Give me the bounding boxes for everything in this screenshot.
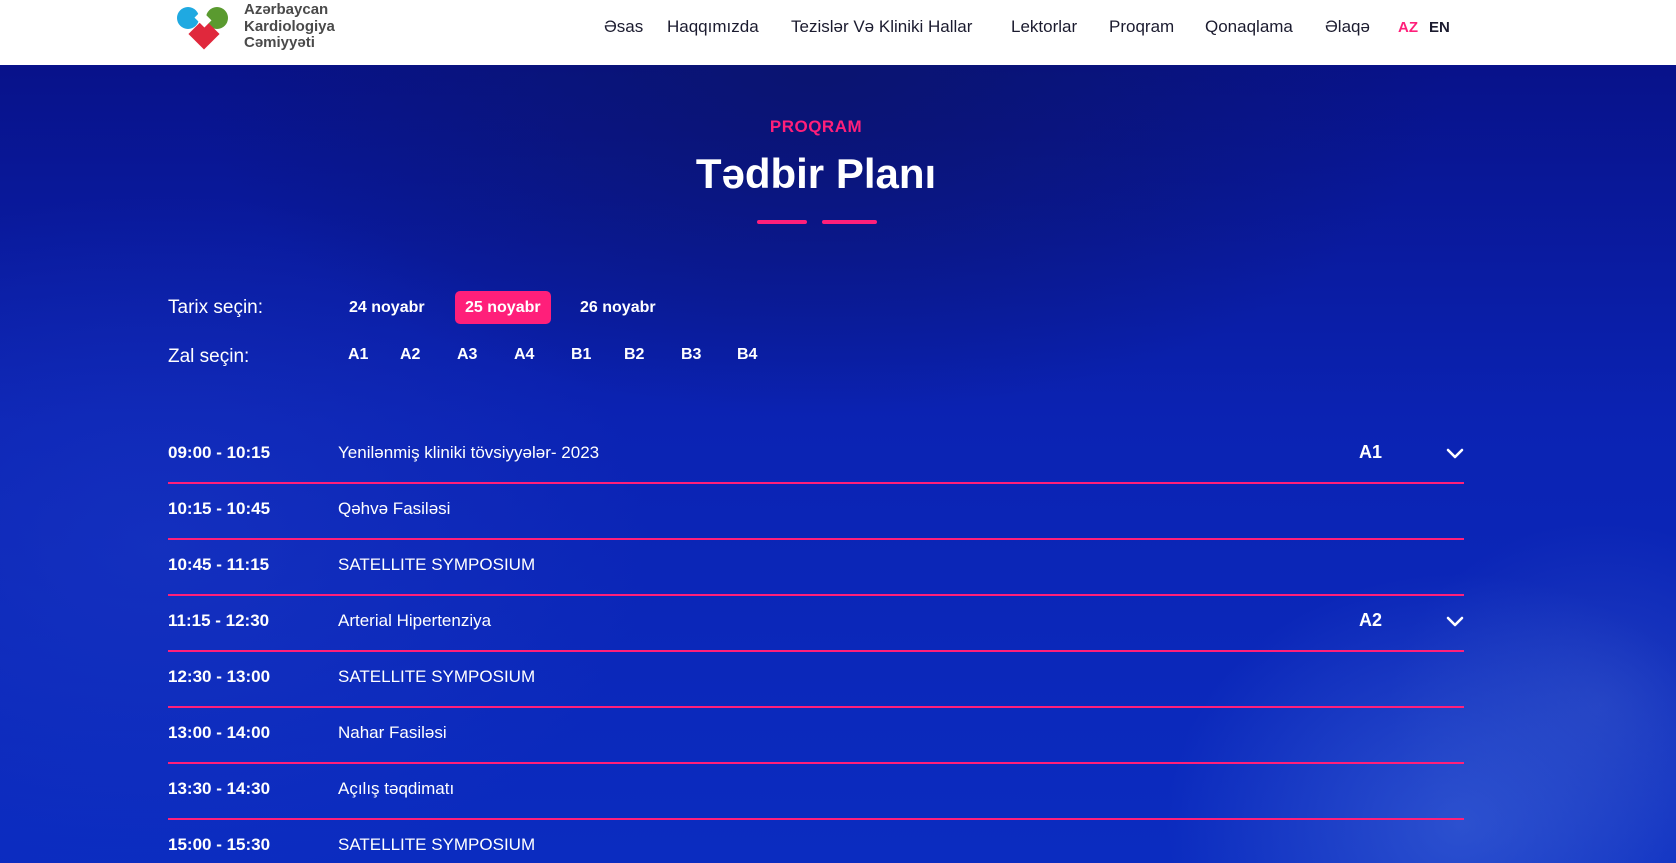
hall-option-a4[interactable]: A4 xyxy=(514,346,534,364)
session-time: 11:15 - 12:30 xyxy=(168,611,270,630)
title-underline-right xyxy=(822,220,877,224)
session-time: 13:00 - 14:00 xyxy=(168,723,271,742)
session-title: Nahar Fasiləsi xyxy=(338,723,447,742)
main-nav: Əsas Haqqımızda Tezislər Və Kliniki Hall… xyxy=(0,0,1676,55)
nav-item-lecturers[interactable]: Lektorlar xyxy=(1011,17,1077,37)
title-underline-left xyxy=(757,220,807,224)
date-option-26[interactable]: 26 noyabr xyxy=(570,291,666,324)
session-time: 10:45 - 11:15 xyxy=(168,555,270,574)
session-title: Arterial Hipertenziya xyxy=(338,611,492,630)
language-az[interactable]: AZ xyxy=(1398,19,1418,36)
date-filter-label: Tarix seçin: xyxy=(168,297,264,318)
date-option-24[interactable]: 24 noyabr xyxy=(339,291,435,324)
schedule-row: 13:30 - 14:30 Açılış təqdimatı xyxy=(168,764,1464,820)
nav-item-program[interactable]: Proqram xyxy=(1109,17,1174,37)
date-option-25-selected[interactable]: 25 noyabr xyxy=(455,291,551,324)
hall-option-b2[interactable]: B2 xyxy=(624,346,644,364)
schedule-row[interactable]: 11:15 - 12:30 Arterial Hipertenziya A2 xyxy=(168,596,1464,652)
hall-option-a2[interactable]: A2 xyxy=(400,346,420,364)
nav-item-about[interactable]: Haqqımızda xyxy=(667,17,759,37)
schedule-row: 10:15 - 10:45 Qəhvə Fasiləsi xyxy=(168,484,1464,540)
session-title: SATELLITE SYMPOSIUM xyxy=(338,835,536,854)
page-title: Tədbir Planı xyxy=(695,150,937,197)
session-hall: A1 xyxy=(1359,442,1383,462)
session-title: Açılış təqdimatı xyxy=(338,779,455,798)
schedule-row: 12:30 - 13:00 SATELLITE SYMPOSIUM xyxy=(168,652,1464,708)
nav-item-home[interactable]: Əsas xyxy=(604,17,643,37)
section-eyebrow: PROQRAM xyxy=(769,117,863,136)
nav-item-accommodation[interactable]: Qonaqlama xyxy=(1205,17,1293,37)
nav-item-contact[interactable]: Əlaqə xyxy=(1325,17,1370,37)
schedule-row[interactable]: 09:00 - 10:15 Yenilənmiş kliniki tövsiyy… xyxy=(168,428,1464,484)
schedule-row: 15:00 - 15:30 SATELLITE SYMPOSIUM xyxy=(168,820,1464,863)
session-hall: A2 xyxy=(1359,610,1383,630)
chevron-down-icon[interactable] xyxy=(1446,615,1464,629)
session-time: 12:30 - 13:00 xyxy=(168,667,271,686)
language-en[interactable]: EN xyxy=(1429,19,1450,36)
session-title: Qəhvə Fasiləsi xyxy=(338,499,451,518)
session-title: SATELLITE SYMPOSIUM xyxy=(338,555,536,574)
hall-option-a3[interactable]: A3 xyxy=(457,346,477,364)
schedule-row: 13:00 - 14:00 Nahar Fasiləsi xyxy=(168,708,1464,764)
session-time: 15:00 - 15:30 xyxy=(168,835,271,854)
hall-filter-label: Zal seçin: xyxy=(168,346,250,367)
session-title: Yenilənmiş kliniki tövsiyyələr- 2023 xyxy=(338,443,600,462)
nav-item-theses[interactable]: Tezislər Və Kliniki Hallar xyxy=(791,17,972,37)
hall-option-b1[interactable]: B1 xyxy=(571,346,591,364)
session-title: SATELLITE SYMPOSIUM xyxy=(338,667,536,686)
session-time: 13:30 - 14:30 xyxy=(168,779,271,798)
hall-option-a1[interactable]: A1 xyxy=(348,346,368,364)
hall-option-b4[interactable]: B4 xyxy=(737,346,757,364)
session-time: 10:15 - 10:45 xyxy=(168,499,271,518)
schedule-row: 10:45 - 11:15 SATELLITE SYMPOSIUM xyxy=(168,540,1464,596)
site-header: Azərbaycan Kardiologiya Cəmiyyəti Əsas H… xyxy=(0,0,1676,65)
chevron-down-icon[interactable] xyxy=(1446,447,1464,461)
session-time: 09:00 - 10:15 xyxy=(168,443,271,462)
hall-option-b3[interactable]: B3 xyxy=(681,346,701,364)
